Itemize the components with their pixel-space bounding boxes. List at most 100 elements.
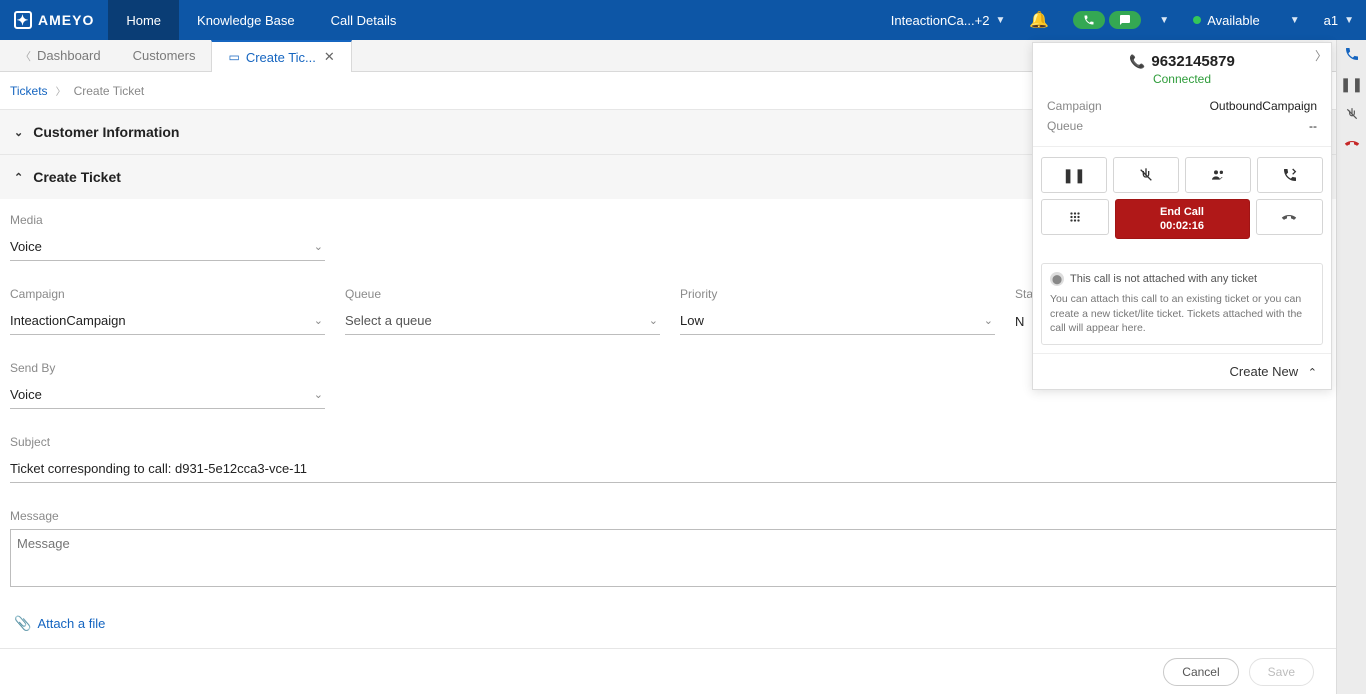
call-panel-header: 〉 📞9632145879 Connected bbox=[1033, 43, 1331, 92]
nav-call-details[interactable]: Call Details bbox=[313, 0, 415, 40]
field-queue: Queue Select a queue ⌄ bbox=[345, 287, 660, 335]
chevron-left-icon: 〈 bbox=[20, 48, 31, 64]
meta-queue-key: Queue bbox=[1047, 119, 1083, 133]
dialpad-icon bbox=[1068, 210, 1082, 224]
subject-input[interactable] bbox=[10, 455, 1346, 483]
campaign-selector[interactable]: InteactionCa...+2 ▼ bbox=[879, 13, 1018, 28]
field-priority: Priority Low ⌄ bbox=[680, 287, 995, 335]
field-send-by: Send By Voice ⌄ bbox=[10, 361, 325, 409]
mute-icon[interactable] bbox=[1345, 107, 1359, 121]
queue-select[interactable]: Select a queue ⌄ bbox=[345, 307, 660, 335]
nav-knowledge-base[interactable]: Knowledge Base bbox=[179, 0, 313, 40]
chevron-down-icon: ⌄ bbox=[14, 126, 23, 139]
meta-campaign-key: Campaign bbox=[1047, 99, 1102, 113]
pause-icon[interactable]: ❚❚ bbox=[1340, 76, 1363, 93]
save-button[interactable]: Save bbox=[1249, 658, 1314, 686]
header-right: InteactionCa...+2 ▼ 🔔 ▼ Available ▼ a1 ▼ bbox=[879, 0, 1366, 40]
active-call-icon[interactable] bbox=[1344, 46, 1360, 62]
info-icon: ⬤ bbox=[1050, 272, 1064, 286]
field-campaign: Campaign InteactionCampaign ⌄ bbox=[10, 287, 325, 335]
section-create-ticket-title: Create Ticket bbox=[33, 169, 121, 185]
nav-calls-label: Call Details bbox=[331, 13, 397, 28]
cancel-button[interactable]: Cancel bbox=[1163, 658, 1238, 686]
tab-dashboard-label: Dashboard bbox=[37, 48, 101, 63]
close-icon[interactable]: ✕ bbox=[324, 49, 335, 65]
send-by-label: Send By bbox=[10, 361, 325, 375]
transfer-icon bbox=[1282, 167, 1298, 183]
tab-create-ticket[interactable]: ▭ Create Tic... ✕ bbox=[211, 40, 351, 72]
tab-customers-label: Customers bbox=[133, 48, 196, 63]
chevron-down-icon[interactable]: ▼ bbox=[1159, 15, 1169, 26]
chevron-down-icon: ⌄ bbox=[314, 388, 323, 401]
nav-kb-label: Knowledge Base bbox=[197, 13, 295, 28]
brand-logo: ✦ AMEYO bbox=[0, 11, 108, 29]
mute-button[interactable] bbox=[1113, 157, 1179, 193]
chevron-up-icon: ⌃ bbox=[14, 171, 23, 184]
transfer-button[interactable] bbox=[1257, 157, 1323, 193]
field-message: Message bbox=[10, 509, 1346, 587]
campaign-select[interactable]: InteactionCampaign ⌄ bbox=[10, 307, 325, 335]
send-by-select[interactable]: Voice ⌄ bbox=[10, 381, 325, 409]
end-call-timer: 00:02:16 bbox=[1160, 219, 1204, 233]
nav-home[interactable]: Home bbox=[108, 0, 179, 40]
priority-select[interactable]: Low ⌄ bbox=[680, 307, 995, 335]
create-new-label: Create New bbox=[1230, 364, 1299, 379]
chevron-down-icon: ⌄ bbox=[649, 314, 658, 327]
chevron-down-icon: ⌄ bbox=[984, 314, 993, 327]
attach-file-button[interactable]: 📎 Attach a file bbox=[14, 615, 105, 632]
hangup-icon[interactable] bbox=[1344, 135, 1360, 151]
pause-icon: ❚❚ bbox=[1062, 167, 1085, 184]
right-toolstrip: ❚❚ bbox=[1336, 40, 1366, 694]
logo-icon: ✦ bbox=[14, 11, 32, 29]
chat-icon bbox=[1119, 14, 1131, 26]
user-label: a1 bbox=[1324, 13, 1338, 28]
dialpad-button[interactable] bbox=[1041, 199, 1109, 235]
phone-pill[interactable] bbox=[1073, 11, 1105, 29]
nav-home-label: Home bbox=[126, 13, 161, 28]
priority-label: Priority bbox=[680, 287, 995, 301]
meta-campaign-value: OutboundCampaign bbox=[1210, 99, 1317, 113]
user-menu[interactable]: a1 ▼ bbox=[1312, 13, 1366, 28]
campaign-value: InteactionCampaign bbox=[10, 313, 126, 328]
call-controls: ▼ bbox=[1061, 11, 1181, 29]
call-action-grid: ❚❚ bbox=[1033, 147, 1331, 193]
section-customer-info-title: Customer Information bbox=[33, 124, 179, 140]
media-label: Media bbox=[10, 213, 325, 227]
hangup-button[interactable] bbox=[1256, 199, 1324, 235]
tab-dashboard[interactable]: 〈 Dashboard bbox=[4, 40, 117, 71]
conference-button[interactable] bbox=[1185, 157, 1251, 193]
availability-label: Available bbox=[1207, 13, 1260, 28]
availability-selector[interactable]: Available ▼ bbox=[1181, 13, 1311, 28]
meta-queue-value: -- bbox=[1309, 119, 1317, 133]
hold-button[interactable]: ❚❚ bbox=[1041, 157, 1107, 193]
call-meta: Campaign OutboundCampaign Queue -- bbox=[1033, 92, 1331, 147]
chevron-up-icon: ⌃ bbox=[1308, 367, 1317, 379]
chevron-down-icon: ⌄ bbox=[314, 314, 323, 327]
phone-icon: 📞 bbox=[1129, 54, 1145, 69]
breadcrumb-root[interactable]: Tickets bbox=[10, 84, 48, 98]
tab-customers[interactable]: Customers bbox=[117, 40, 212, 71]
media-select[interactable]: Voice ⌄ bbox=[10, 233, 325, 261]
field-media: Media Voice ⌄ bbox=[10, 213, 325, 261]
attach-file-label: Attach a file bbox=[37, 616, 105, 631]
create-new-button[interactable]: Create New ⌃ bbox=[1033, 353, 1331, 389]
queue-value: Select a queue bbox=[345, 313, 432, 328]
field-subject: Subject bbox=[10, 435, 1346, 483]
conference-icon bbox=[1209, 167, 1227, 183]
message-input[interactable] bbox=[10, 529, 1346, 587]
end-call-button[interactable]: End Call 00:02:16 bbox=[1115, 199, 1250, 239]
media-value: Voice bbox=[10, 239, 42, 254]
tab-create-ticket-label: Create Tic... bbox=[246, 50, 316, 65]
call-phone-number: 📞9632145879 bbox=[1043, 53, 1321, 70]
status-dot-icon bbox=[1193, 16, 1201, 24]
chat-pill[interactable] bbox=[1109, 11, 1141, 29]
campaign-selector-label: InteactionCa...+2 bbox=[891, 13, 990, 28]
breadcrumb-current: Create Ticket bbox=[74, 84, 145, 98]
collapse-icon[interactable]: 〉 bbox=[1315, 47, 1327, 64]
notifications-button[interactable]: 🔔 bbox=[1017, 10, 1061, 30]
call-status: Connected bbox=[1043, 72, 1321, 86]
hangup-icon bbox=[1280, 209, 1298, 225]
ticket-icon: ▭ bbox=[228, 50, 239, 64]
bell-icon: 🔔 bbox=[1029, 10, 1049, 30]
brand-text: AMEYO bbox=[38, 12, 94, 28]
